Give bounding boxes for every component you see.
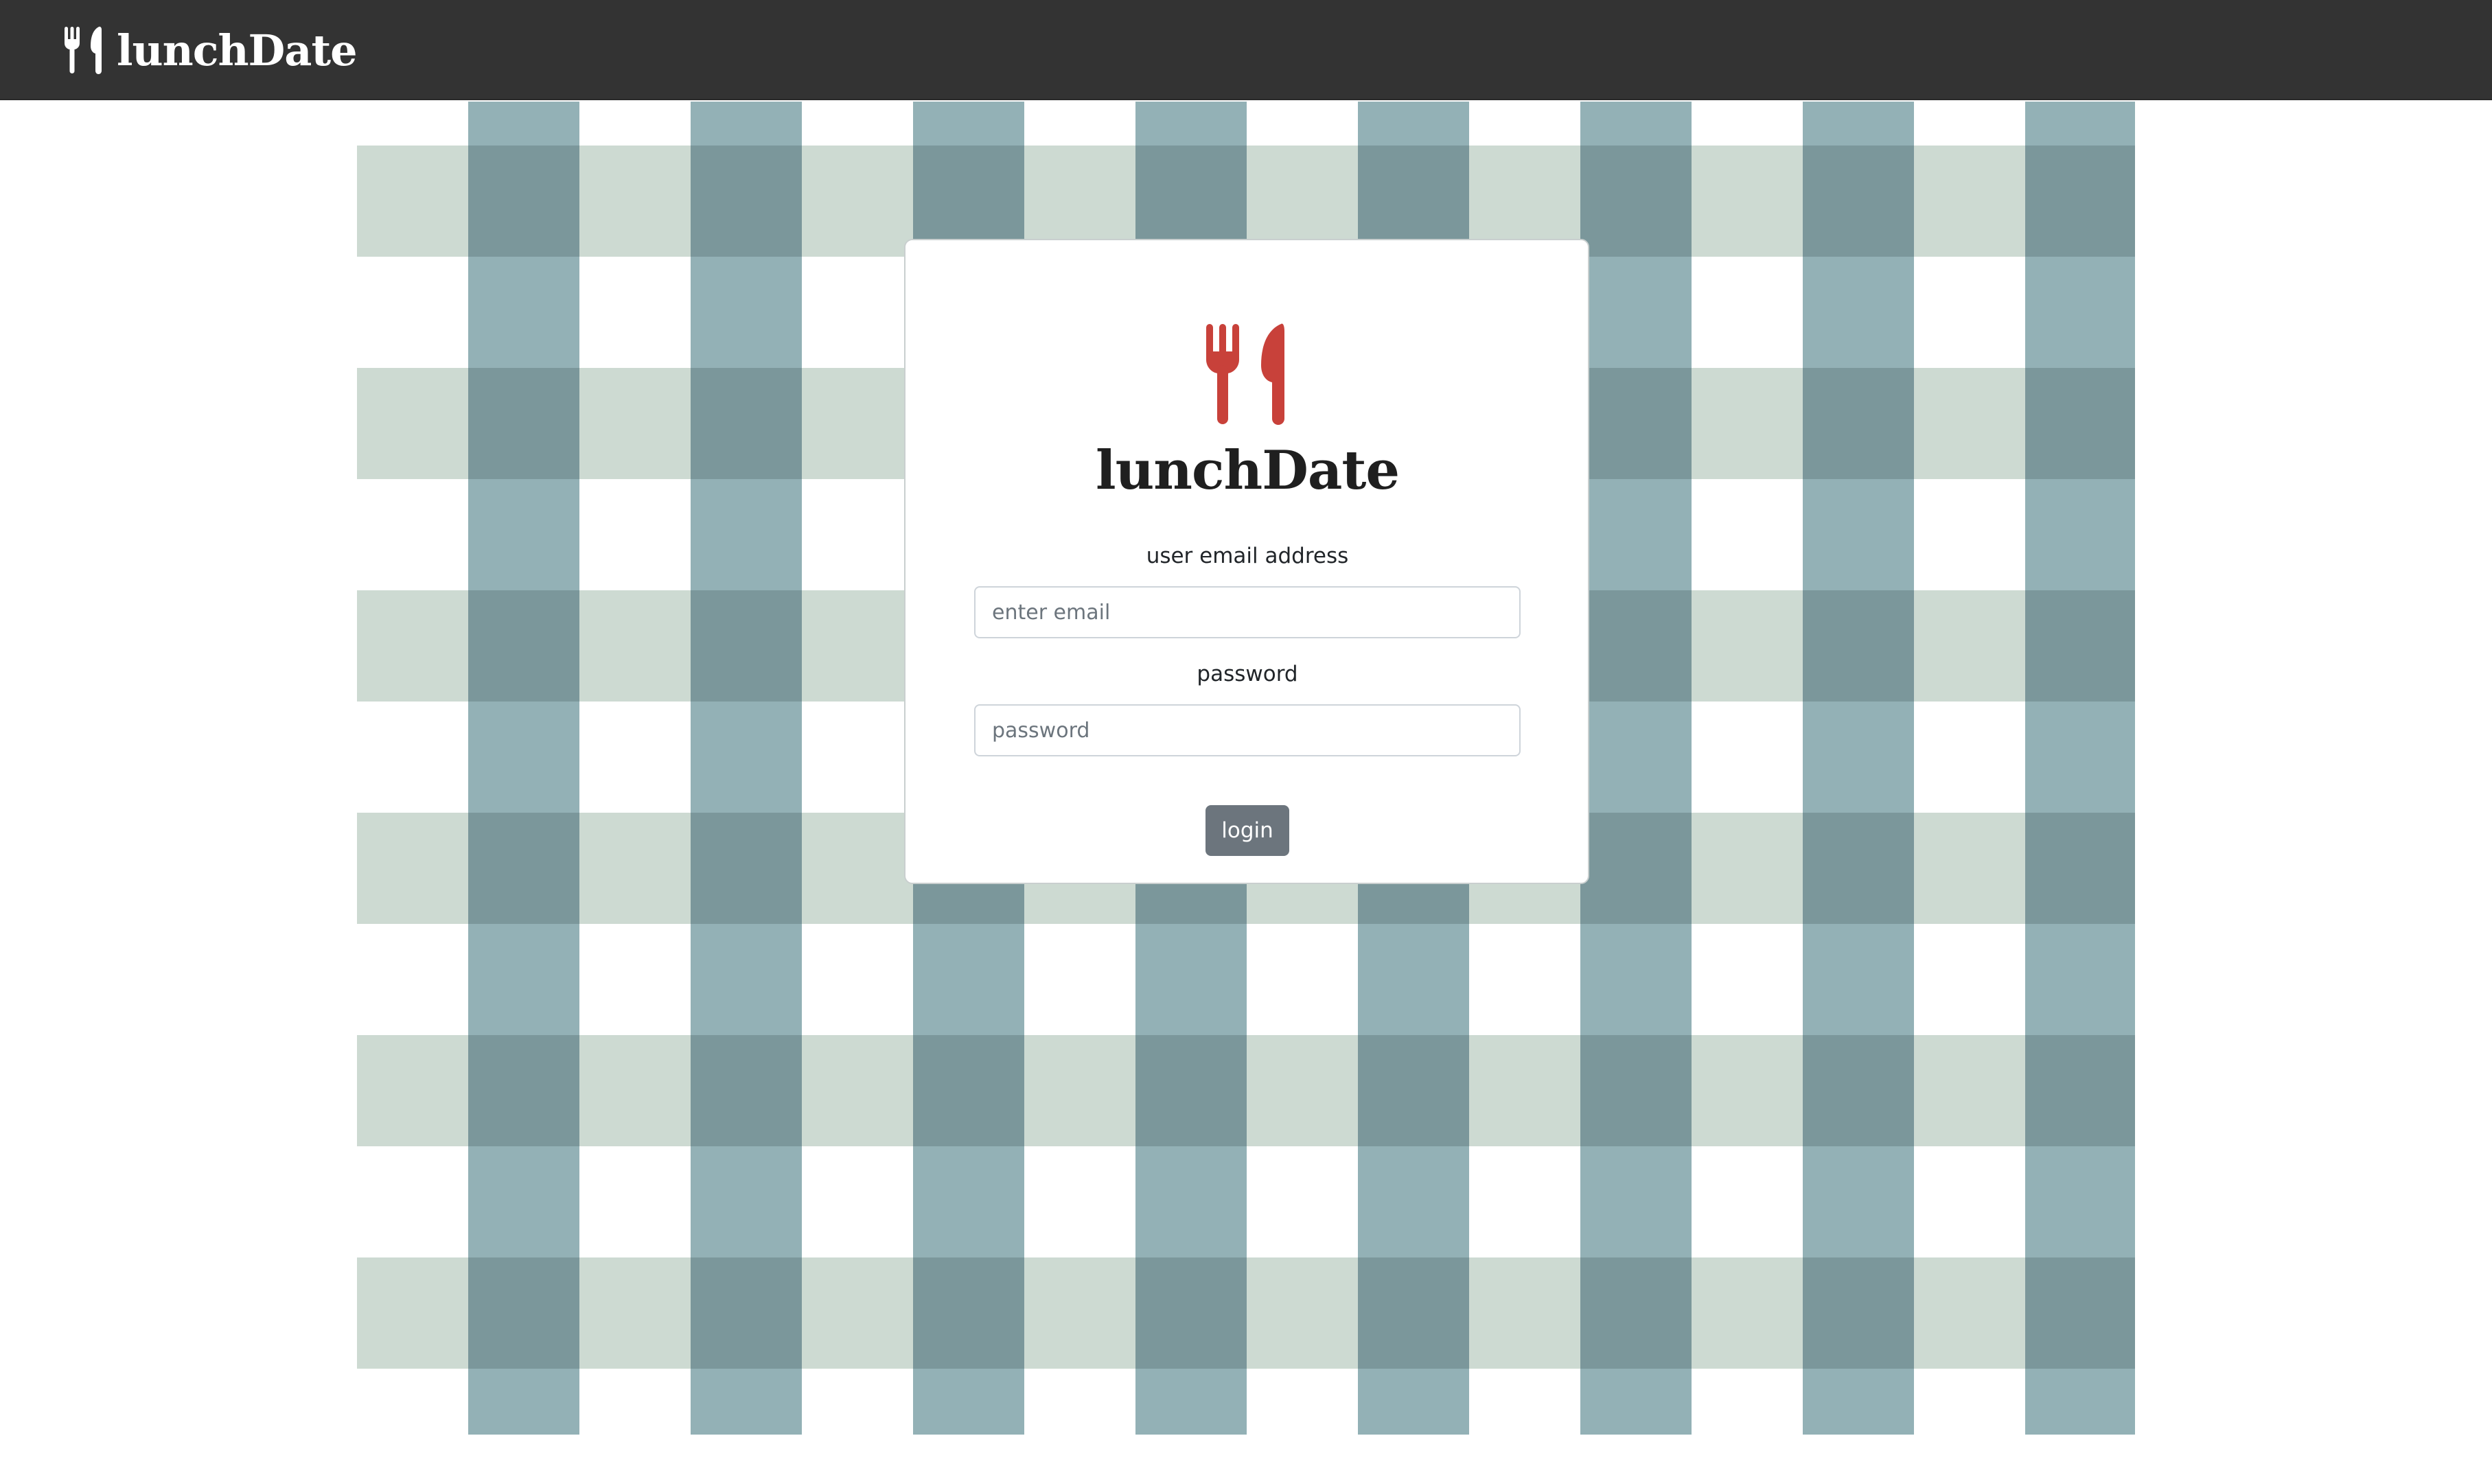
- gingham-intersection: [1358, 1035, 1469, 1146]
- gingham-intersection: [691, 368, 802, 479]
- gingham-intersection: [1358, 1257, 1469, 1369]
- fork-knife-icon: [1206, 323, 1284, 425]
- gingham-intersection: [468, 1035, 579, 1146]
- gingham-intersection: [691, 590, 802, 702]
- gingham-intersection: [691, 1257, 802, 1369]
- fork-knife-icon: [65, 26, 102, 75]
- gingham-intersection: [1803, 590, 1914, 702]
- gingham-intersection: [2025, 1035, 2135, 1146]
- gingham-intersection: [1580, 813, 1692, 924]
- email-input[interactable]: [974, 586, 1521, 638]
- gingham-intersection: [691, 1035, 802, 1146]
- gingham-intersection: [1580, 590, 1692, 702]
- gingham-intersection: [1803, 1257, 1914, 1369]
- gingham-intersection: [1135, 1257, 1247, 1369]
- gingham-intersection: [2025, 1257, 2135, 1369]
- gingham-vertical-band: [691, 102, 802, 1435]
- login-title: lunchDate: [1095, 439, 1400, 502]
- gingham-intersection: [468, 813, 579, 924]
- gingham-intersection: [2025, 590, 2135, 702]
- gingham-intersection: [1580, 368, 1692, 479]
- gingham-intersection: [913, 1257, 1024, 1369]
- gingham-intersection: [2025, 813, 2135, 924]
- brand-link[interactable]: lunchDate: [63, 19, 358, 81]
- gingham-intersection: [468, 146, 579, 257]
- gingham-vertical-band: [1803, 102, 1914, 1435]
- login-button[interactable]: login: [1205, 805, 1289, 856]
- brand-name: lunchDate: [117, 25, 358, 76]
- password-label: password: [1197, 662, 1298, 686]
- gingham-intersection: [691, 146, 802, 257]
- gingham-intersection: [1580, 1035, 1692, 1146]
- gingham-intersection: [468, 1257, 579, 1369]
- gingham-vertical-band: [468, 102, 579, 1435]
- email-label: user email address: [1146, 544, 1349, 568]
- gingham-intersection: [1803, 1035, 1914, 1146]
- gingham-intersection: [2025, 368, 2135, 479]
- password-input[interactable]: [974, 704, 1521, 756]
- gingham-intersection: [1803, 813, 1914, 924]
- gingham-vertical-band: [2025, 102, 2135, 1435]
- gingham-intersection: [2025, 146, 2135, 257]
- login-card: lunchDate user email address password lo…: [904, 239, 1589, 884]
- gingham-intersection: [468, 368, 579, 479]
- gingham-intersection: [1580, 1257, 1692, 1369]
- top-navbar: lunchDate: [0, 0, 2492, 100]
- gingham-intersection: [1803, 368, 1914, 479]
- gingham-intersection: [1135, 1035, 1247, 1146]
- gingham-intersection: [913, 1035, 1024, 1146]
- gingham-vertical-band: [1580, 102, 1692, 1435]
- gingham-intersection: [468, 590, 579, 702]
- gingham-intersection: [1803, 146, 1914, 257]
- gingham-intersection: [691, 813, 802, 924]
- gingham-intersection: [1580, 146, 1692, 257]
